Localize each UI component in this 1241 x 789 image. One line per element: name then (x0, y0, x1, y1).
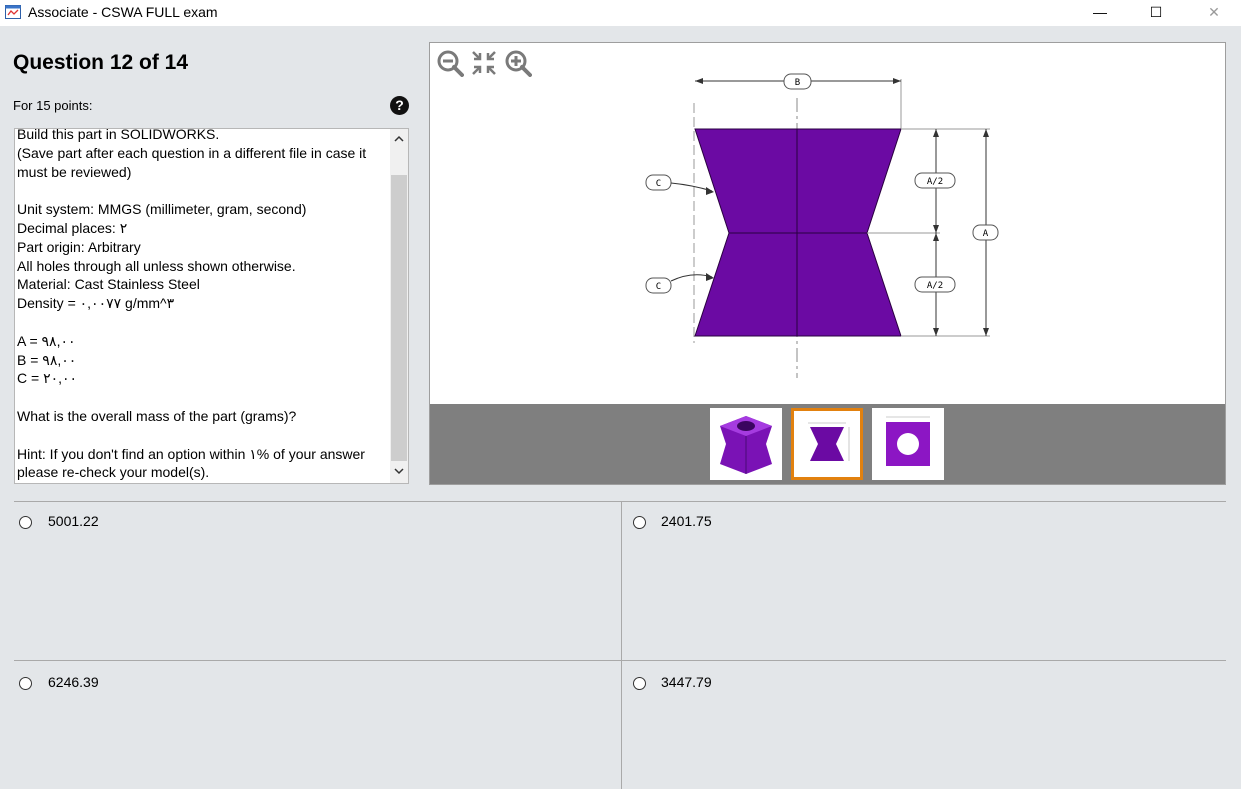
scroll-down-arrow-icon[interactable] (390, 463, 408, 481)
answer-label-2[interactable]: 2401.75 (661, 513, 712, 529)
answers-middle-divider (14, 660, 1226, 661)
scrollbar-thumb[interactable] (391, 175, 407, 461)
part-lower-section (694, 232, 902, 337)
question-title: Question 12 of 14 (13, 51, 189, 74)
app-icon (5, 5, 21, 19)
help-icon[interactable]: ? (390, 96, 409, 115)
answer-radio-2[interactable] (633, 516, 646, 529)
thumbnail-isometric-view[interactable] (710, 408, 782, 480)
window-title: Associate - CSWA FULL exam (28, 4, 218, 20)
thumbnail-front-view[interactable] (791, 408, 863, 480)
answer-label-4[interactable]: 3447.79 (661, 674, 712, 690)
answer-radio-4[interactable] (633, 677, 646, 690)
dimension-c-bottom-label: C (656, 282, 661, 292)
answer-label-1[interactable]: 5001.22 (48, 513, 99, 529)
dimension-a-half-top-label: A/2 (927, 177, 943, 187)
answer-radio-1[interactable] (19, 516, 32, 529)
dimension-b-label: B (795, 78, 800, 88)
question-text: Build this part in SOLIDWORKS. (Save par… (17, 128, 367, 481)
close-button[interactable]: ✕ (1191, 0, 1237, 26)
thumbnail-top-view[interactable] (872, 408, 944, 480)
image-viewer: B A/2 A/2 A C C (429, 42, 1226, 485)
window-title-bar: Associate - CSWA FULL exam — ☐ ✕ (0, 0, 1241, 26)
maximize-button[interactable]: ☐ (1133, 0, 1179, 26)
dimension-c-top-label: C (656, 179, 661, 189)
question-text-box[interactable]: Build this part in SOLIDWORKS. (Save par… (14, 128, 409, 484)
part-upper-section (694, 128, 902, 234)
thumbnail-strip (430, 404, 1225, 484)
answers-column-divider (621, 502, 622, 789)
answer-radio-3[interactable] (19, 677, 32, 690)
dimension-a-label: A (983, 229, 989, 239)
question-scrollbar[interactable] (390, 129, 408, 483)
answers-top-divider (14, 501, 1226, 502)
scroll-up-arrow-icon[interactable] (390, 131, 408, 149)
dimension-a-half-bottom-label: A/2 (927, 281, 943, 291)
minimize-button[interactable]: — (1077, 0, 1123, 26)
part-drawing: B A/2 A/2 A C C (645, 73, 999, 378)
points-label: For 15 points: (13, 98, 93, 113)
answer-label-3[interactable]: 6246.39 (48, 674, 99, 690)
